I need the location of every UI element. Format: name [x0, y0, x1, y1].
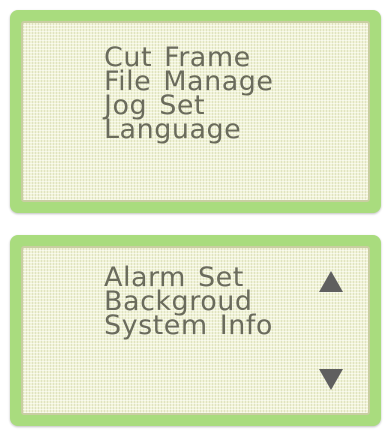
lcd-panel-menu-page-1: Cut Frame File Manage Jog Set Language — [10, 10, 381, 213]
menu-item-system-info[interactable]: System Info — [104, 312, 273, 339]
scroll-down-icon[interactable] — [319, 369, 343, 390]
scroll-up-icon[interactable] — [319, 271, 343, 292]
menu-list-page-1: Cut Frame File Manage Jog Set Language — [104, 44, 274, 143]
lcd-panel-menu-page-2: Alarm Set Backgroud System Info — [10, 235, 381, 426]
menu-item-language[interactable]: Language — [104, 116, 274, 143]
menu-list-page-2: Alarm Set Backgroud System Info — [104, 264, 273, 339]
